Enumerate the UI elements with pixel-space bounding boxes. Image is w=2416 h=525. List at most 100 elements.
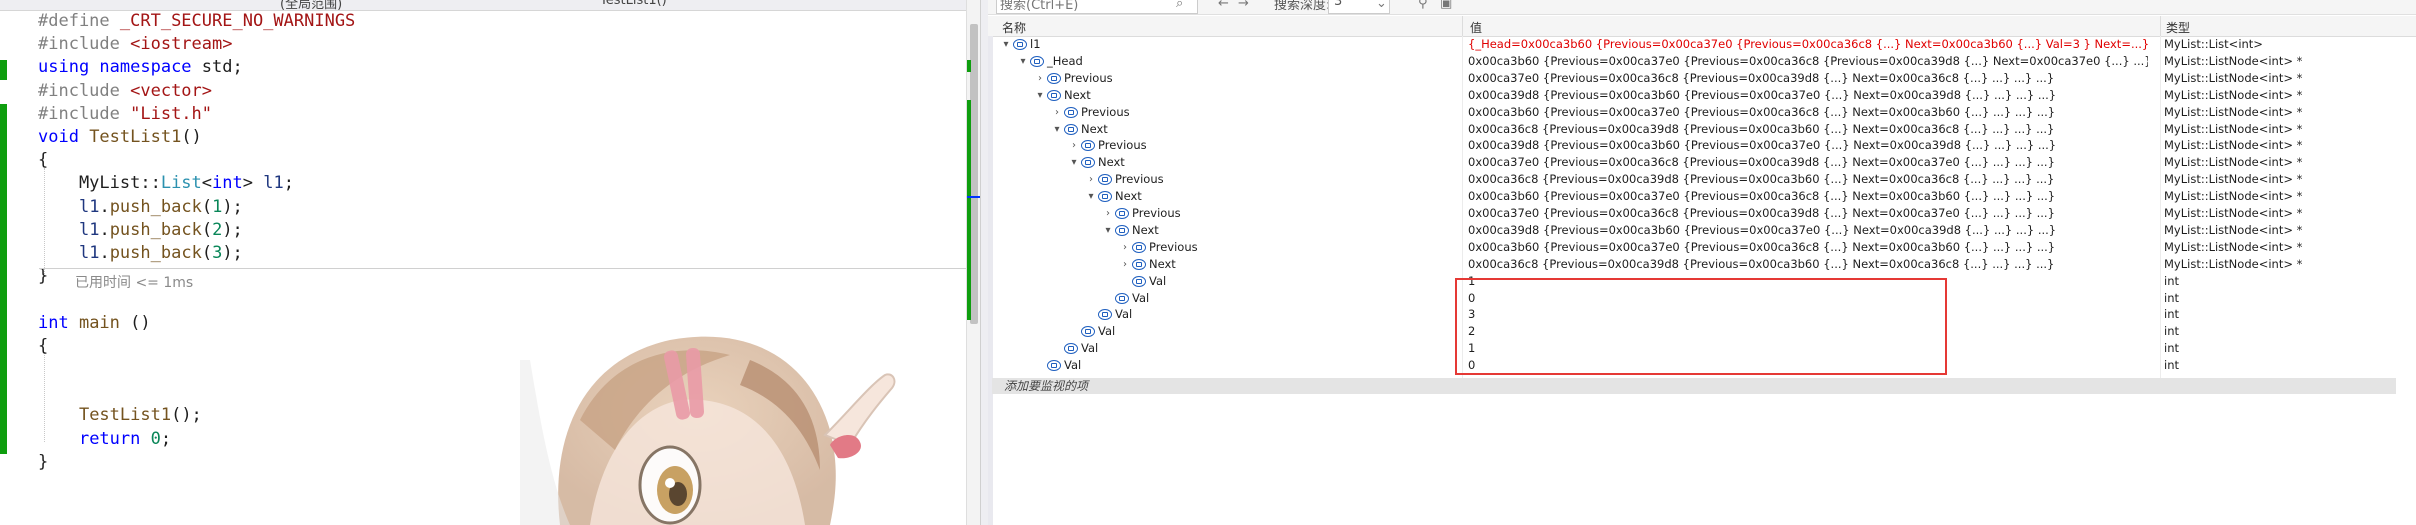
collapse-chevron-icon[interactable]: ▾ [1034, 87, 1046, 104]
watch-row-type: MyList::ListNode<int> * [2164, 155, 2303, 170]
code-token: main [78, 312, 131, 333]
expand-chevron-icon[interactable]: › [1085, 171, 1097, 188]
code-token: int [38, 312, 79, 333]
watch-row[interactable]: › Previous 0x00ca3b60 {Previous=0x00ca37e0… [988, 104, 2416, 121]
collapse-chevron-icon[interactable]: ▾ [1068, 154, 1080, 171]
collapse-chevron-icon[interactable]: ▾ [1017, 53, 1029, 70]
change-marker [0, 104, 7, 454]
scrollbar-thumb[interactable] [970, 24, 978, 324]
search-icon[interactable]: ⌕ [1176, 0, 1183, 11]
code-line[interactable]: void TestList1() [38, 126, 202, 149]
code-line[interactable]: #include "List.h" [38, 103, 212, 126]
code-line[interactable]: #include <vector> [38, 80, 212, 103]
code-line[interactable]: #include <iostream> [38, 33, 232, 56]
expand-chevron-icon[interactable]: › [1119, 256, 1131, 273]
current-line-outline [39, 268, 966, 269]
code-line[interactable]: using namespace std; [38, 56, 243, 79]
watch-row-name-text: l1 [1030, 37, 1041, 51]
expand-chevron-icon[interactable]: › [1102, 205, 1114, 222]
watch-row[interactable]: ▾ l1 {_Head=0x00ca3b60 {Previous=0x00ca37e… [988, 36, 2416, 53]
watch-row[interactable]: › Previous 0x00ca39d8 {Previous=0x00ca3b60… [988, 137, 2416, 154]
watch-row-value[interactable]: 0x00ca3b60 {Previous=0x00ca37e0 {Previou… [1468, 239, 2148, 256]
watch-window[interactable]: 搜索(Ctrl+E) ⌕ ← → 搜索深度: 3 ⌄ ⚲ ▣ 名称 值 类型 ▾… [988, 0, 2416, 525]
code-token: } [38, 266, 49, 287]
watch-row-type: int [2164, 273, 2179, 288]
code-editor[interactable]: (全局范围) TestList1() #define _CRT_SECURE_N… [0, 0, 966, 525]
watch-row[interactable]: › Next 0x00ca36c8 {Previous=0x00ca39d8 {Pr… [988, 256, 2416, 273]
collapse-chevron-icon[interactable]: ▾ [1085, 188, 1097, 205]
watch-row-name: ▾ Next [1051, 121, 1107, 138]
expand-chevron-icon[interactable]: › [1034, 70, 1046, 87]
watch-row-value[interactable]: 0x00ca39d8 {Previous=0x00ca3b60 {Previou… [1468, 222, 2148, 239]
watch-row[interactable]: ▾ Next 0x00ca39d8 {Previous=0x00ca3b60 {Pr… [988, 87, 2416, 104]
code-line[interactable]: { [38, 335, 48, 358]
watch-row-value[interactable]: 0x00ca36c8 {Previous=0x00ca39d8 {Previou… [1468, 256, 2148, 273]
watch-row-value[interactable]: 0x00ca37e0 {Previous=0x00ca36c8 {Previou… [1468, 205, 2148, 222]
column-separator[interactable] [1462, 16, 1463, 36]
watch-row[interactable]: ▾ Next 0x00ca3b60 {Previous=0x00ca37e0 {Pr… [988, 188, 2416, 205]
watch-row-value[interactable]: 0x00ca36c8 {Previous=0x00ca39d8 {Previou… [1468, 121, 2148, 138]
watch-row[interactable]: › Previous 0x00ca36c8 {Previous=0x00ca39d8… [988, 171, 2416, 188]
code-line[interactable]: MyList::List<int> l1; [38, 172, 294, 195]
field-icon [1115, 224, 1129, 236]
forward-arrow-icon[interactable]: → [1238, 0, 1249, 11]
code-token: TestList1 [89, 127, 182, 147]
code-token: push_back [109, 243, 202, 263]
expand-chevron-icon[interactable]: › [1051, 104, 1063, 121]
code-line[interactable]: } [38, 451, 48, 474]
collapse-chevron-icon[interactable]: ▾ [1000, 36, 1012, 53]
watch-row[interactable]: › Previous 0x00ca37e0 {Previous=0x00ca36c8… [988, 205, 2416, 222]
watch-row-value[interactable]: 0x00ca36c8 {Previous=0x00ca39d8 {Previou… [1468, 171, 2148, 188]
column-name[interactable]: 名称 [1002, 19, 1026, 36]
watch-row-value[interactable]: 0x00ca3b60 {Previous=0x00ca37e0 {Previou… [1468, 188, 2148, 205]
watch-row-value[interactable]: 0x00ca37e0 {Previous=0x00ca36c8 {Previou… [1468, 70, 2148, 87]
watch-row[interactable]: ▾ _Head 0x00ca3b60 {Previous=0x00ca37e0 {P… [988, 53, 2416, 70]
expand-chevron-icon[interactable]: › [1068, 137, 1080, 154]
code-token: namespace [99, 57, 202, 78]
watch-row[interactable]: ▾ Next 0x00ca39d8 {Previous=0x00ca3b60 {Pr… [988, 222, 2416, 239]
watch-row-value[interactable]: 0x00ca3b60 {Previous=0x00ca37e0 {Previou… [1468, 104, 2148, 121]
grid-view-icon[interactable]: ▣ [1440, 0, 1452, 11]
column-type[interactable]: 类型 [2166, 19, 2190, 36]
watch-row[interactable]: › Previous 0x00ca37e0 {Previous=0x00ca36c8… [988, 70, 2416, 87]
code-token: ); [222, 196, 243, 217]
back-arrow-icon[interactable]: ← [1218, 0, 1229, 11]
field-icon [1064, 123, 1078, 135]
code-line[interactable]: #define _CRT_SECURE_NO_WARNINGS [38, 10, 355, 33]
watch-row[interactable]: ▾ Next 0x00ca36c8 {Previous=0x00ca39d8 {Pr… [988, 121, 2416, 138]
watch-row-value[interactable]: 0x00ca39d8 {Previous=0x00ca3b60 {Previou… [1468, 137, 2148, 154]
chevron-down-icon[interactable]: ⌄ [1376, 0, 1387, 11]
column-value[interactable]: 值 [1470, 19, 1482, 36]
code-line[interactable]: l1.push_back(1); [38, 196, 243, 219]
function-dropdown[interactable]: TestList1() [600, 0, 667, 8]
watch-row[interactable]: › Previous 0x00ca3b60 {Previous=0x00ca37e0… [988, 239, 2416, 256]
expand-chevron-icon[interactable]: › [1119, 239, 1131, 256]
watch-row-name-text: Previous [1132, 206, 1181, 220]
collapse-chevron-icon[interactable]: ▾ [1051, 121, 1063, 138]
collapse-chevron-icon[interactable]: ▾ [1102, 222, 1114, 239]
watch-row-value[interactable]: {_Head=0x00ca3b60 {Previous=0x00ca37e0 {… [1468, 36, 2148, 53]
code-token: . [99, 243, 110, 263]
code-token: 3 [212, 243, 223, 263]
code-token: . [99, 219, 110, 240]
watch-toolbar: 搜索(Ctrl+E) ⌕ ← → 搜索深度: 3 ⌄ ⚲ ▣ [988, 0, 2416, 15]
code-token: #include [38, 80, 131, 101]
code-line[interactable]: l1.push_back(2); [38, 219, 243, 242]
add-watch-row[interactable]: 添加要监视的项 [992, 378, 2396, 394]
column-separator[interactable] [2160, 16, 2161, 36]
code-line[interactable]: int main () [38, 312, 151, 335]
watch-row-value[interactable]: 0x00ca3b60 {Previous=0x00ca37e0 {Previou… [1468, 53, 2148, 70]
code-line[interactable]: return 0; [38, 428, 171, 451]
code-line[interactable]: l1.push_back(3); [38, 242, 243, 265]
code-line[interactable]: TestList1(); [38, 404, 202, 427]
watch-row-value[interactable]: 0x00ca39d8 {Previous=0x00ca3b60 {Previou… [1468, 87, 2148, 104]
code-token: ; [160, 428, 172, 449]
watch-row[interactable]: ▾ Next 0x00ca37e0 {Previous=0x00ca36c8 {Pr… [988, 154, 2416, 171]
watch-row-value[interactable]: 0x00ca37e0 {Previous=0x00ca36c8 {Previou… [1468, 154, 2148, 171]
editor-vertical-scrollbar[interactable] [966, 0, 981, 525]
code-line[interactable]: { [38, 149, 48, 172]
pin-icon[interactable]: ⚲ [1418, 0, 1428, 11]
watch-row-name: › Previous [1068, 137, 1147, 154]
